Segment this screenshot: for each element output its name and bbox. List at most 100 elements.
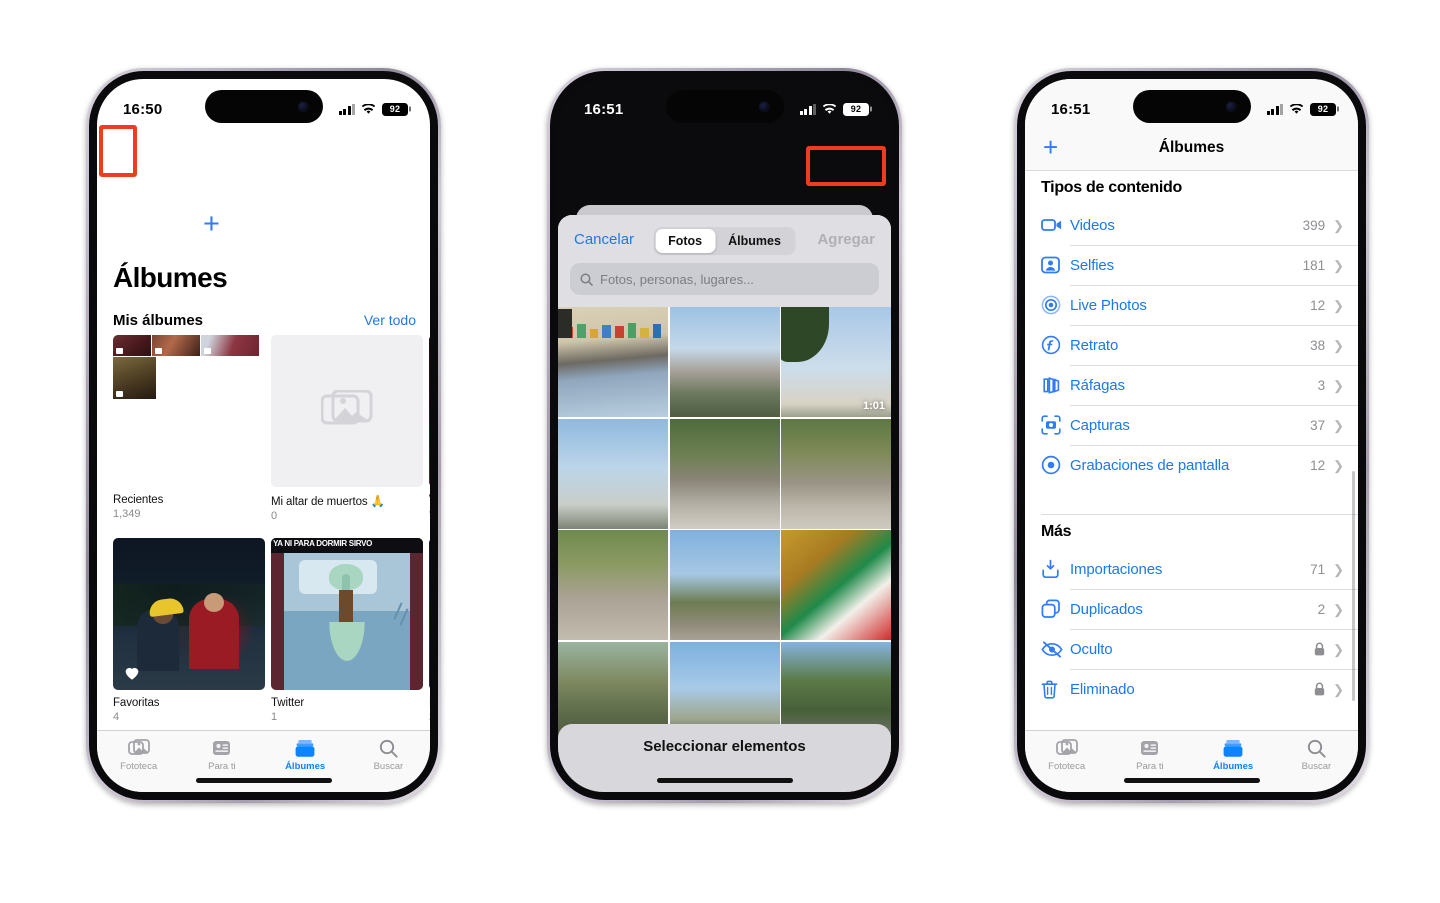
- list-item-label: Importaciones: [1070, 560, 1163, 578]
- albums-icon: [293, 738, 317, 758]
- tab-buscar[interactable]: Buscar: [1275, 738, 1358, 772]
- album-card[interactable]: Mi altar de muertos 🙏 0: [271, 335, 423, 522]
- segment-albumes[interactable]: Álbumes: [715, 229, 794, 253]
- battery-icon: 92: [843, 102, 869, 116]
- list-item-grabaciones-de-pantalla[interactable]: Grabaciones de pantalla 12 ❯: [1025, 445, 1358, 485]
- empty-album-icon: [271, 335, 423, 487]
- status-indicators: 92: [1266, 102, 1336, 116]
- photos-icon: [1055, 738, 1079, 758]
- tab-para-ti[interactable]: Para ti: [1108, 738, 1191, 772]
- tab-para-ti[interactable]: Para ti: [180, 738, 263, 772]
- album-card[interactable]: W 9: [429, 335, 430, 522]
- tab-buscar[interactable]: Buscar: [347, 738, 430, 772]
- tab-label: Álbumes: [1213, 761, 1254, 772]
- screenshot-icon: [1041, 413, 1070, 437]
- chevron-right-icon: ❯: [1333, 297, 1344, 313]
- search-icon: [1304, 738, 1328, 758]
- photo-cell[interactable]: 1:01: [781, 307, 891, 417]
- album-count: 0: [271, 510, 278, 522]
- cellular-signal-icon: [338, 103, 355, 115]
- segmented-control[interactable]: Fotos Álbumes: [653, 227, 796, 255]
- album-card[interactable]: Recientes 1,349: [113, 335, 265, 522]
- list-item-videos[interactable]: Videos 399 ❯: [1025, 205, 1358, 245]
- battery-icon: 92: [1310, 102, 1336, 116]
- photo-grid: 1:01: [558, 307, 891, 792]
- front-camera-icon: [758, 101, 770, 112]
- wifi-icon: [1289, 103, 1304, 115]
- front-camera-icon: [297, 101, 309, 112]
- chevron-right-icon: ❯: [1333, 337, 1344, 353]
- dynamic-island: [665, 90, 784, 123]
- lock-icon: [1314, 642, 1325, 656]
- list-item-capturas[interactable]: Capturas 37 ❯: [1025, 405, 1358, 445]
- tab-fototeca[interactable]: Fototeca: [97, 738, 180, 772]
- scrollbar[interactable]: [1352, 471, 1355, 701]
- chevron-right-icon: ❯: [1333, 641, 1344, 657]
- photo-cell[interactable]: [558, 307, 668, 417]
- album-count: 1,349: [113, 508, 141, 520]
- status-indicators: 92: [338, 102, 408, 116]
- list-item-label: Eliminado: [1070, 680, 1135, 698]
- segment-fotos[interactable]: Fotos: [655, 229, 716, 253]
- phone-1-screen: 16:50 92 + Álbumes Mis álbumes Ver todo: [97, 79, 430, 792]
- photo-cell[interactable]: [558, 418, 668, 529]
- burst-icon: [1041, 373, 1070, 397]
- tab-albumes[interactable]: Álbumes: [264, 738, 347, 772]
- list-item-retrato[interactable]: Retrato 38 ❯: [1025, 325, 1358, 365]
- photo-cell[interactable]: [669, 307, 780, 417]
- photo-cell[interactable]: [781, 530, 891, 640]
- list-item-count: 71: [1310, 561, 1326, 577]
- album-thumbnail: [429, 538, 430, 690]
- phone-2-photo-picker-screen: 16:51 92 Cancelar Fotos Álbumes Agregar …: [547, 68, 902, 803]
- tab-albumes[interactable]: Álbumes: [1192, 738, 1275, 772]
- battery-icon: 92: [382, 102, 408, 116]
- album-name: W: [429, 494, 430, 506]
- photo-cell[interactable]: [669, 530, 780, 640]
- section-header-content-types: Tipos de contenido: [1041, 179, 1182, 196]
- albums-list[interactable]: Tipos de contenido Videos 399 ❯ Selfies …: [1025, 171, 1358, 730]
- album-name: Recientes: [113, 494, 164, 506]
- add-button[interactable]: Agregar: [817, 231, 875, 248]
- album-name: Mi altar de muertos 🙏: [271, 496, 385, 508]
- photo-cell[interactable]: [781, 418, 891, 529]
- photo-cell[interactable]: [669, 418, 780, 529]
- add-album-button[interactable]: +: [203, 210, 220, 239]
- list-item-selfies[interactable]: Selfies 181 ❯: [1025, 245, 1358, 285]
- album-name: Twitter: [271, 697, 305, 709]
- list-item-count: 3: [1317, 377, 1326, 393]
- chevron-right-icon: ❯: [1333, 377, 1344, 393]
- album-card[interactable]: D 2: [429, 538, 430, 723]
- list-item-count: 12: [1310, 457, 1326, 473]
- dynamic-island: [204, 90, 323, 123]
- chevron-right-icon: ❯: [1333, 457, 1344, 473]
- photo-picker-sheet: Cancelar Fotos Álbumes Agregar Fotos, pe…: [558, 215, 891, 792]
- list-item-eliminado[interactable]: Eliminado ❯: [1025, 669, 1358, 709]
- hidden-eye-icon: [1041, 637, 1070, 661]
- list-item-live-photos[interactable]: Live Photos 12 ❯: [1025, 285, 1358, 325]
- album-thumbnail: [113, 538, 265, 690]
- photo-cell[interactable]: [558, 530, 668, 640]
- see-all-link[interactable]: Ver todo: [364, 312, 416, 328]
- list-item-oculto[interactable]: Oculto ❯: [1025, 629, 1358, 669]
- search-field[interactable]: Fotos, personas, lugares...: [570, 263, 879, 295]
- cancel-button[interactable]: Cancelar: [574, 231, 634, 248]
- tab-label: Álbumes: [285, 761, 326, 772]
- search-icon: [376, 738, 400, 758]
- status-indicators: 92: [799, 102, 869, 116]
- list-item-rafagas[interactable]: Ráfagas 3 ❯: [1025, 365, 1358, 405]
- front-camera-icon: [1225, 101, 1237, 112]
- list-item-label: Videos: [1070, 216, 1115, 234]
- section-divider: [1041, 485, 1358, 515]
- wifi-icon: [361, 103, 376, 115]
- video-duration: 1:01: [862, 400, 885, 412]
- list-item-duplicados[interactable]: Duplicados 2 ❯: [1025, 589, 1358, 629]
- album-name: D: [429, 697, 430, 709]
- list-item-label: Oculto: [1070, 640, 1113, 658]
- album-card[interactable]: YA NI PARA DORMIR SIRVO Twitter 1: [271, 538, 423, 723]
- list-item-importaciones[interactable]: Importaciones 71 ❯: [1025, 549, 1358, 589]
- tab-fototeca[interactable]: Fototeca: [1025, 738, 1108, 772]
- album-thumbnail: YA NI PARA DORMIR SIRVO: [271, 538, 423, 690]
- album-card[interactable]: Favoritas 4: [113, 538, 265, 723]
- list-item-count: 2: [1317, 601, 1326, 617]
- picker-nav-bar: Cancelar Fotos Álbumes Agregar Fotos, pe…: [558, 215, 891, 307]
